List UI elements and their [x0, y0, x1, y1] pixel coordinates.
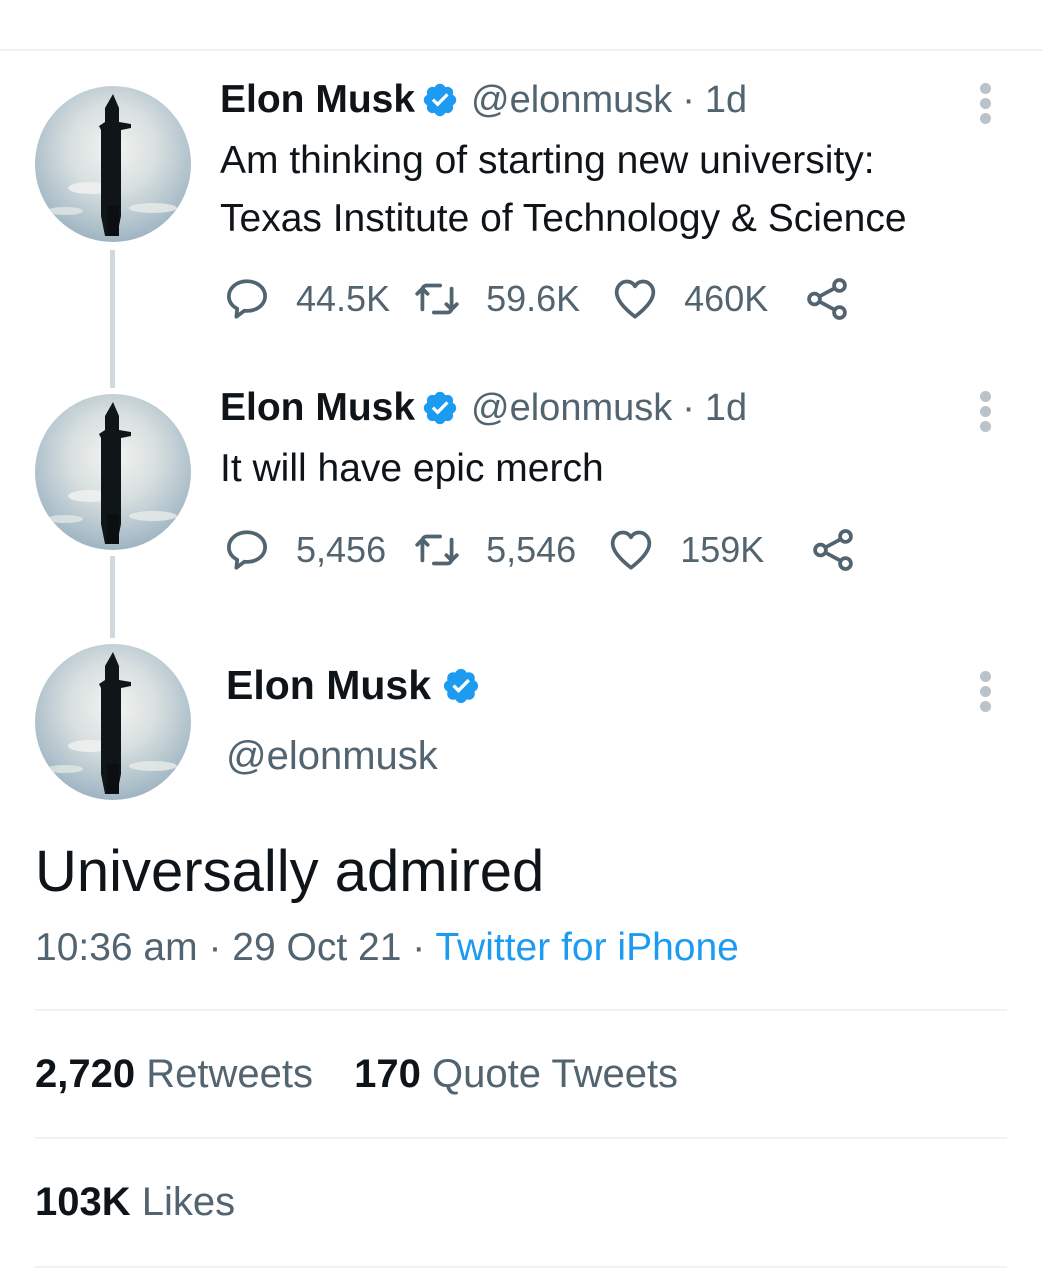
tweet-actions: 5,456 5,546 159K — [222, 525, 858, 575]
more-options-icon[interactable] — [972, 388, 998, 432]
separator-dot: · — [208, 926, 222, 969]
likes-stat[interactable]: 103K Likes — [35, 1180, 235, 1224]
main-author-row: Elon Musk — [226, 662, 493, 709]
engagement-stats: 2,720 Retweets 170 Quote Tweets — [35, 1052, 678, 1097]
verified-badge-icon — [421, 81, 459, 119]
retweet-button[interactable]: 5,546 — [412, 525, 576, 575]
thread-line — [110, 556, 115, 638]
reply-button[interactable]: 5,456 — [222, 525, 386, 575]
separator-dot: · — [682, 386, 695, 429]
quotes-label: Quote Tweets — [431, 1052, 679, 1096]
author-handle[interactable]: @elonmusk — [471, 387, 672, 430]
share-button[interactable] — [808, 525, 858, 575]
separator-dot: · — [412, 926, 426, 969]
retweets-value: 2,720 — [35, 1052, 136, 1096]
like-button[interactable]: 460K — [610, 274, 768, 324]
avatar[interactable] — [35, 86, 191, 242]
tweet-time[interactable]: 1d — [705, 387, 747, 430]
retweets-label: Retweets — [146, 1052, 313, 1096]
share-icon — [808, 525, 858, 575]
divider — [35, 1266, 1007, 1268]
author-name[interactable]: Elon Musk — [226, 662, 431, 709]
tweet-text-line: It will have epic merch — [220, 447, 604, 490]
quotes-stat[interactable]: 170 Quote Tweets — [354, 1052, 678, 1096]
reply-icon — [222, 274, 272, 324]
share-button[interactable] — [802, 274, 852, 324]
avatar[interactable] — [35, 644, 191, 800]
tweet-text-line: Am thinking of starting new university: — [220, 139, 875, 182]
likes-stats: 103K Likes — [35, 1180, 235, 1225]
tweet-time[interactable]: 10:36 am — [35, 926, 198, 969]
main-tweet-text: Universally admired — [35, 839, 545, 904]
like-count: 159K — [680, 529, 765, 570]
top-divider — [0, 49, 1042, 51]
tweet-actions: 44.5K 59.6K 460K — [222, 274, 852, 324]
reply-count: 44.5K — [296, 278, 391, 319]
avatar[interactable] — [35, 394, 191, 550]
like-button[interactable]: 159K — [606, 525, 764, 575]
likes-label: Likes — [141, 1180, 236, 1224]
author-name[interactable]: Elon Musk — [220, 78, 415, 122]
retweet-count: 5,546 — [486, 529, 577, 570]
verified-badge-icon — [441, 666, 481, 706]
retweet-icon — [412, 525, 462, 575]
author-handle[interactable]: @elonmusk — [471, 79, 672, 122]
separator-dot: · — [682, 78, 695, 121]
divider — [35, 1137, 1007, 1139]
retweet-button[interactable]: 59.6K — [412, 274, 580, 324]
tweet-text: Am thinking of starting new university: … — [220, 132, 907, 248]
tweet-time[interactable]: 1d — [705, 79, 747, 122]
reply-count: 5,456 — [296, 529, 387, 570]
tweet-header: Elon Musk @elonmusk · 1d — [220, 78, 747, 122]
more-options-icon[interactable] — [972, 668, 998, 712]
verified-badge-icon — [421, 389, 459, 427]
like-icon — [606, 525, 656, 575]
share-icon — [802, 274, 852, 324]
tweet-meta: 10:36 am · 29 Oct 21 · Twitter for iPhon… — [35, 926, 739, 970]
retweet-count: 59.6K — [486, 278, 581, 319]
author-handle[interactable]: @elonmusk — [226, 734, 438, 779]
like-icon — [610, 274, 660, 324]
reply-button[interactable]: 44.5K — [222, 274, 390, 324]
tweet-source-link[interactable]: Twitter for iPhone — [435, 926, 738, 969]
thread-line — [110, 250, 115, 388]
reply-icon — [222, 525, 272, 575]
tweet-text: It will have epic merch — [220, 440, 604, 498]
quotes-value: 170 — [354, 1052, 421, 1096]
retweet-icon — [412, 274, 462, 324]
tweet-text-line: Texas Institute of Technology & Science — [220, 197, 907, 240]
author-name[interactable]: Elon Musk — [220, 386, 415, 430]
divider — [35, 1009, 1007, 1011]
tweet-date[interactable]: 29 Oct 21 — [232, 926, 401, 969]
tweet-header: Elon Musk @elonmusk · 1d — [220, 386, 747, 430]
likes-value: 103K — [35, 1180, 131, 1224]
more-options-icon[interactable] — [972, 80, 998, 124]
like-count: 460K — [684, 278, 769, 319]
retweets-stat[interactable]: 2,720 Retweets — [35, 1052, 313, 1096]
